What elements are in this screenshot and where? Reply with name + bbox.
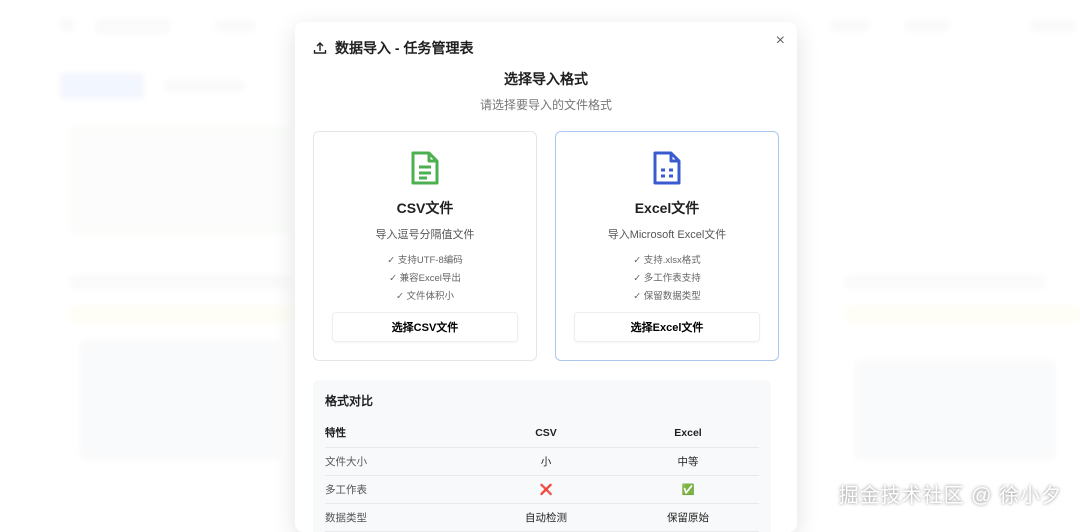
header-cell: CSV [475,419,617,448]
cell: 多工作表 [325,475,475,504]
check-icon: ✅ [617,475,759,504]
feature-item: ✓ 保留数据类型 [633,291,701,302]
cell: 数据类型 [325,503,475,532]
header-cell: Excel [617,419,759,448]
import-modal: 数据导入 - 任务管理表 × 选择导入格式 请选择要导入的文件格式 CSV文件 … [295,22,797,532]
close-icon[interactable]: × [776,32,785,50]
feature-item: ✓ 多工作表支持 [633,273,701,284]
cell: 小 [475,447,617,476]
card-description: 导入Microsoft Excel文件 [607,229,727,241]
table-header-row: 特性 CSV Excel [325,419,759,448]
cell: 中等 [617,447,759,476]
cross-icon: ❌ [475,475,617,504]
header-cell: 特性 [325,419,475,448]
feature-item: ✓ 文件体积小 [395,291,455,302]
section-subtitle: 请选择要导入的文件格式 [479,98,612,112]
feature-item: ✓ 兼容Excel导出 [389,273,461,284]
comparison-title: 格式对比 [325,394,374,408]
table-row: 多工作表 ❌ ✅ [325,475,759,504]
file-text-icon [411,151,439,185]
card-description: 导入逗号分隔值文件 [375,229,475,241]
section-heading: 选择导入格式 [504,71,588,87]
modal-title: 数据导入 - 任务管理表 [335,40,474,56]
excel-option-card[interactable]: Excel文件 导入Microsoft Excel文件 ✓ 支持.xlsx格式 ✓… [555,131,779,361]
table-row: 数据类型 自动检测 保留原始 [325,503,759,532]
card-title: CSV文件 [396,200,454,216]
table-row: 文件大小小中等 [325,447,759,476]
upload-icon [313,42,327,54]
cell: 文件大小 [325,447,475,476]
feature-item: ✓ 支持.xlsx格式 [633,255,701,266]
csv-option-card[interactable]: CSV文件 导入逗号分隔值文件 ✓ 支持UTF-8编码 ✓ 兼容Excel导出 ✓ … [313,131,537,361]
watermark: 掘金技术社区 @ 徐小夕 [838,485,1062,507]
card-title: Excel文件 [634,200,700,216]
select-csv-button[interactable]: 选择CSV文件 [332,312,518,342]
modal-header: 数据导入 - 任务管理表 [313,38,473,58]
format-comparison: 格式对比 特性 CSV Excel 文件大小小中等 多工作表 ❌ ✅ 数据类型 自动检测保… [313,380,771,532]
comparison-table: 特性 CSV Excel 文件大小小中等 多工作表 ❌ ✅ 数据类型 自动检测 保留原始 [325,419,759,532]
select-excel-button[interactable]: 选择Excel文件 [574,312,760,342]
cell: 自动检测 [475,503,617,532]
spreadsheet-icon [653,151,681,185]
cell: 保留原始 [617,503,759,532]
feature-item: ✓ 支持UTF-8编码 [387,255,463,266]
